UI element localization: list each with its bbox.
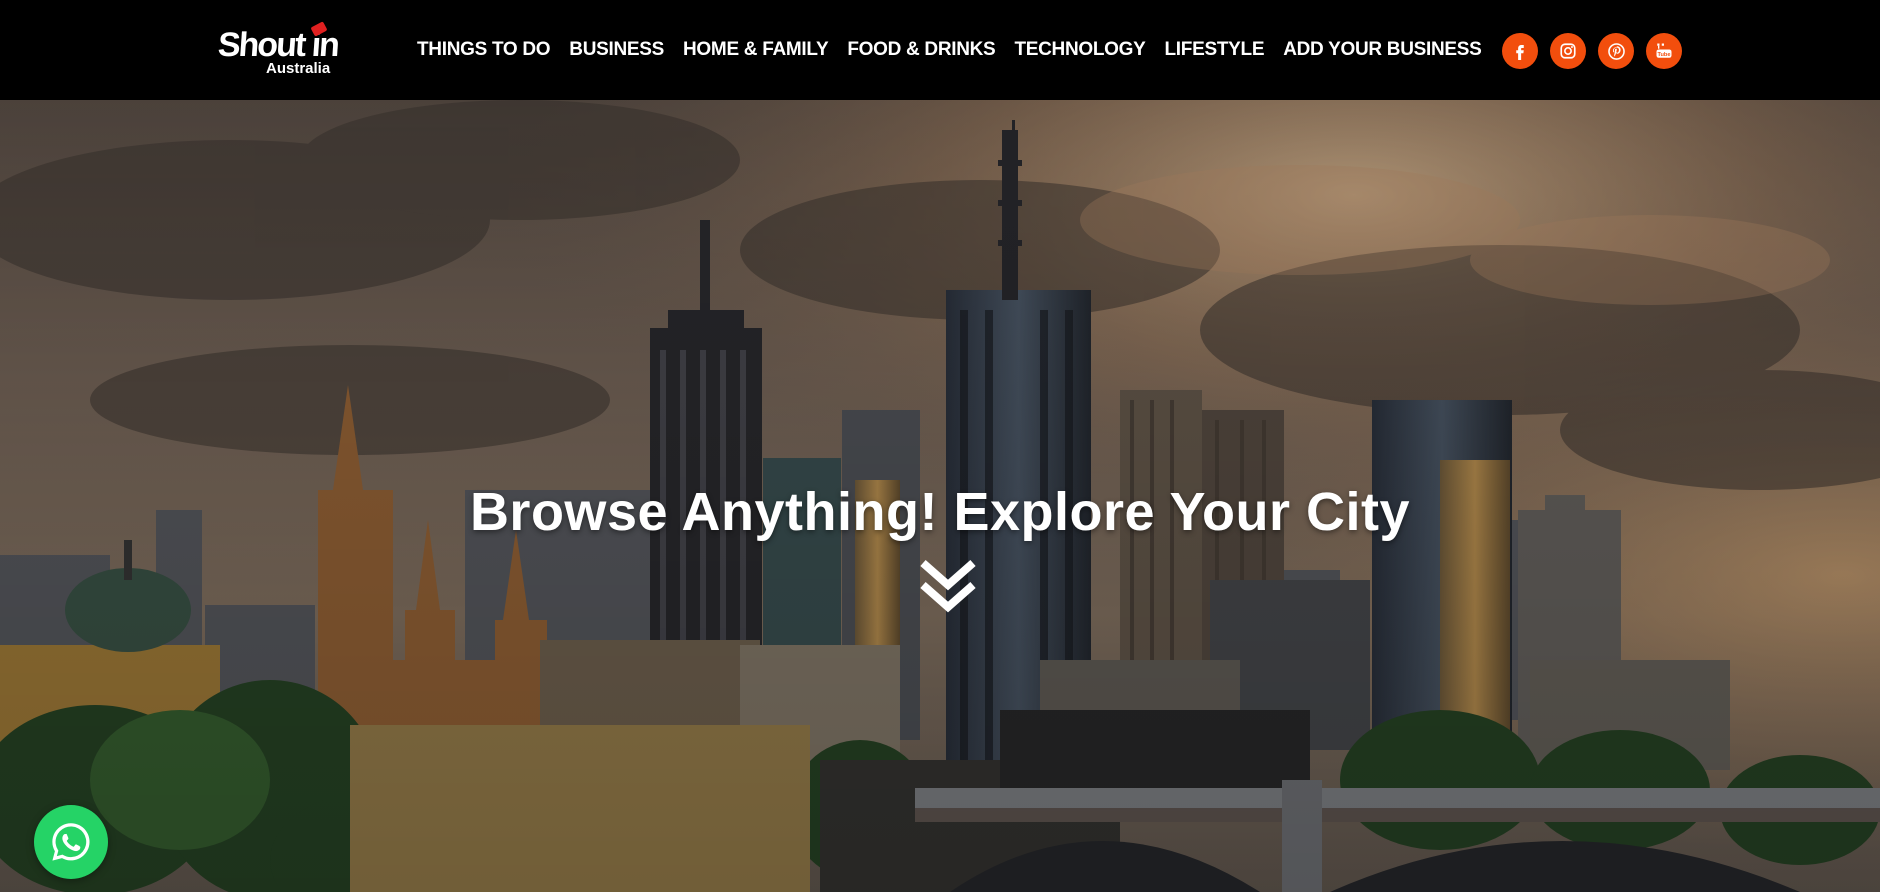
instagram-icon: [1560, 43, 1576, 59]
pinterest-button[interactable]: [1598, 33, 1634, 69]
logo-subtitle: Australia: [266, 60, 331, 77]
youtube-button[interactable]: Tube: [1646, 33, 1682, 69]
svg-text:Tube: Tube: [1658, 52, 1671, 58]
facebook-icon: [1516, 45, 1524, 60]
whatsapp-icon: [52, 823, 90, 861]
nav-item-add-your-business[interactable]: ADD YOUR BUSINESS: [1283, 38, 1482, 62]
site-logo[interactable]: Shout in Australia: [214, 16, 346, 84]
social-links: Tube: [1502, 33, 1682, 69]
hero-banner: Browse Anything! Explore Your City: [0, 100, 1880, 892]
nav-item-technology[interactable]: TECHNOLOGY: [1014, 38, 1145, 62]
whatsapp-button[interactable]: [34, 805, 108, 879]
facebook-button[interactable]: [1502, 33, 1538, 69]
nav-item-food-drinks[interactable]: FOOD & DRINKS: [847, 38, 995, 62]
nav-item-home-family[interactable]: HOME & FAMILY: [683, 38, 829, 62]
nav-item-things-to-do[interactable]: THINGS TO DO: [417, 38, 551, 62]
youtube-icon: Tube: [1656, 43, 1672, 58]
hero-title: Browse Anything! Explore Your City: [469, 482, 1411, 542]
nav-item-lifestyle[interactable]: LIFESTYLE: [1165, 38, 1265, 62]
nav-item-business[interactable]: BUSINESS: [569, 38, 664, 62]
double-chevron-down-icon[interactable]: [915, 555, 981, 621]
instagram-button[interactable]: [1550, 33, 1586, 69]
main-nav: THINGS TO DO BUSINESS HOME & FAMILY FOOD…: [417, 38, 1501, 62]
site-header: Shout in Australia THINGS TO DO BUSINESS…: [0, 0, 1880, 100]
pinterest-icon: [1607, 42, 1625, 60]
